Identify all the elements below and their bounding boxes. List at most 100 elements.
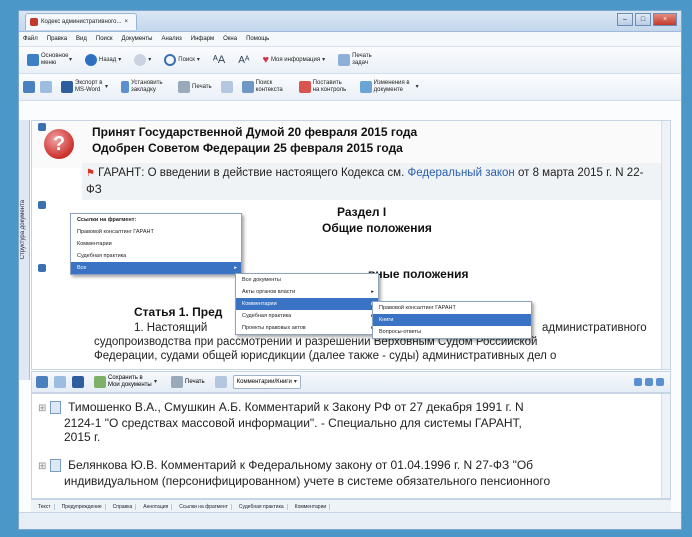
federal-law-link[interactable]: Федеральный закон bbox=[407, 167, 514, 179]
list-scrollbar[interactable] bbox=[661, 394, 670, 498]
pane-restore-icon[interactable] bbox=[634, 378, 642, 386]
expand-icon[interactable]: ⊞ bbox=[38, 461, 46, 472]
menu-documents[interactable]: Документы bbox=[122, 36, 153, 42]
changes-button[interactable]: Изменения в документе ▾ bbox=[356, 76, 423, 98]
menu-analysis[interactable]: Анализ bbox=[161, 36, 181, 42]
chevron-down-icon: ▾ bbox=[293, 378, 297, 385]
back-button[interactable]: Назад ▾ bbox=[81, 49, 125, 71]
open-icon[interactable] bbox=[40, 81, 52, 93]
chevron-down-icon[interactable]: ▾ bbox=[148, 57, 151, 64]
bookmark-icon bbox=[121, 81, 130, 93]
submenu-authority-acts[interactable]: Акты органов власти ▸ bbox=[236, 286, 378, 298]
chevron-down-icon[interactable]: ▾ bbox=[118, 57, 121, 64]
fragment-marker-icon[interactable] bbox=[38, 123, 46, 131]
tab-reference[interactable]: Справка bbox=[110, 503, 137, 510]
tab-court-practice[interactable]: Судебная практика bbox=[236, 503, 288, 510]
context-search-button[interactable]: Поиск контекста bbox=[238, 76, 290, 98]
chevron-down-icon[interactable]: ▾ bbox=[154, 379, 157, 386]
open-icon[interactable] bbox=[54, 376, 66, 388]
document-icon bbox=[49, 459, 61, 473]
maximize-button[interactable]: □ bbox=[635, 13, 651, 26]
bookmark-button[interactable]: Установить закладку bbox=[117, 76, 169, 98]
menu-item-consulting[interactable]: Правовой консалтинг ГАРАНТ bbox=[71, 226, 241, 238]
search-icon bbox=[164, 54, 177, 66]
menu-windows[interactable]: Окна bbox=[223, 36, 237, 42]
export-word-button[interactable]: Экспорт в MS-Word ▾ bbox=[57, 76, 112, 98]
tasks-icon bbox=[338, 54, 351, 66]
menu-item-all[interactable]: Все ▸ bbox=[71, 262, 241, 274]
question-icon: ? bbox=[44, 129, 74, 159]
chevron-down-icon[interactable]: ▾ bbox=[322, 57, 325, 64]
fragment-marker-icon[interactable] bbox=[38, 264, 46, 272]
submenu-all-documents[interactable]: Все документы bbox=[236, 274, 378, 286]
tab-warning[interactable]: Предупреждение bbox=[59, 503, 106, 510]
font-increase-button[interactable]: ᴬA bbox=[209, 49, 229, 71]
printer-icon bbox=[178, 81, 191, 93]
side-panel-tab[interactable]: Структура документа bbox=[19, 120, 30, 380]
save-icon[interactable] bbox=[23, 81, 35, 93]
basic-menu-button[interactable]: Основное меню ▾ bbox=[23, 49, 76, 71]
print-tasks-button[interactable]: Печать задач bbox=[334, 49, 378, 71]
menu-help[interactable]: Помощь bbox=[246, 36, 269, 42]
document-tab[interactable]: Кодекс административного... × bbox=[25, 12, 138, 30]
menu-view[interactable]: Вид bbox=[76, 36, 87, 42]
chevron-down-icon[interactable]: ▾ bbox=[105, 84, 108, 91]
my-info-button[interactable]: ♥ Моя информация ▾ bbox=[258, 49, 329, 71]
document-icon bbox=[49, 401, 61, 415]
back-arrow-icon bbox=[85, 54, 98, 66]
tab-text[interactable]: Текст bbox=[35, 503, 55, 510]
control-button[interactable]: Поставить на контроль bbox=[295, 76, 351, 98]
pane-maximize-icon[interactable] bbox=[645, 378, 653, 386]
menu-search[interactable]: Поиск bbox=[96, 36, 113, 42]
submenu-draft-acts[interactable]: Проекты правовых актов▸ bbox=[236, 322, 378, 334]
menu-edit[interactable]: Правка bbox=[47, 36, 67, 42]
chevron-down-icon[interactable]: ▾ bbox=[197, 57, 200, 64]
font-decrease-icon: Aᴬ bbox=[238, 54, 250, 66]
lower-print-button[interactable]: Печать bbox=[167, 371, 209, 393]
printer-icon bbox=[171, 376, 184, 388]
chevron-down-icon[interactable]: ▾ bbox=[69, 57, 72, 64]
tab-fragment-links[interactable]: Ссылки на фрагмент bbox=[176, 503, 232, 510]
tab-title: Кодекс административного... bbox=[41, 18, 122, 25]
font-decrease-button[interactable]: Aᴬ bbox=[234, 49, 253, 71]
document-scrollbar[interactable] bbox=[661, 121, 670, 369]
chevron-down-icon[interactable]: ▾ bbox=[416, 84, 419, 91]
paragraph-end: административного bbox=[542, 322, 647, 334]
search-button[interactable]: Поиск ▾ bbox=[160, 49, 204, 71]
expand-icon[interactable]: ⊞ bbox=[38, 403, 46, 414]
tab-close-icon[interactable]: × bbox=[125, 19, 129, 25]
menu-inform[interactable]: Инфарм bbox=[191, 36, 214, 42]
submenu-comments[interactable]: Комментарии▸ bbox=[236, 298, 378, 310]
copy-icon[interactable] bbox=[214, 376, 227, 388]
submenu-qa[interactable]: Вопросы-ответы bbox=[373, 326, 531, 338]
save-icon[interactable] bbox=[36, 376, 48, 388]
close-button[interactable]: × bbox=[653, 13, 677, 26]
comments-submenu: Правовой консалтинг ГАРАНТ Книги Вопросы… bbox=[372, 301, 532, 339]
minimize-button[interactable]: – bbox=[617, 13, 633, 26]
main-toolbar: Основное меню ▾ Назад ▾ ▾ Поиск ▾ ᴬA Aᴬ … bbox=[19, 47, 681, 74]
menu-item-court-practice[interactable]: Судебная практика bbox=[71, 250, 241, 262]
adopted-line: Принят Государственной Думой 20 февраля … bbox=[92, 125, 418, 139]
bottom-tabs: Текст Предупреждение Справка Аннотация С… bbox=[31, 499, 671, 513]
fragment-marker-icon[interactable] bbox=[38, 201, 46, 209]
tab-comments[interactable]: Комментарии bbox=[292, 503, 331, 510]
word-icon[interactable] bbox=[72, 376, 84, 388]
menu-item-comments[interactable]: Комментарии bbox=[71, 238, 241, 250]
forward-button[interactable]: ▾ bbox=[130, 49, 155, 71]
copy-icon[interactable] bbox=[220, 81, 233, 93]
submenu-books[interactable]: Книги bbox=[373, 314, 531, 326]
list-item[interactable]: ⊞ Белянкова Ю.В. Комментарий к Федеральн… bbox=[38, 458, 550, 488]
pane-close-icon[interactable] bbox=[656, 378, 664, 386]
menu-file[interactable]: Файл bbox=[23, 36, 38, 42]
save-to-my-docs-button[interactable]: Сохранить в Мои документы ▾ bbox=[90, 371, 161, 393]
list-item[interactable]: ⊞ Тимошенко В.А., Смушкин А.Б. Комментар… bbox=[38, 400, 524, 444]
print-button[interactable]: Печать bbox=[174, 76, 216, 98]
submenu-legal-consulting[interactable]: Правовой консалтинг ГАРАНТ bbox=[373, 302, 531, 314]
filter-select[interactable]: Комментарии/Книги ▾ bbox=[232, 375, 301, 389]
document-icon bbox=[30, 17, 38, 26]
flag-icon: ⚑ bbox=[86, 168, 95, 179]
document-view: ? Принят Государственной Думой 20 феврал… bbox=[31, 120, 671, 370]
word-icon bbox=[61, 81, 73, 93]
submenu-court-practice[interactable]: Судебная практика▸ bbox=[236, 310, 378, 322]
tab-annotation[interactable]: Аннотация bbox=[140, 503, 173, 510]
